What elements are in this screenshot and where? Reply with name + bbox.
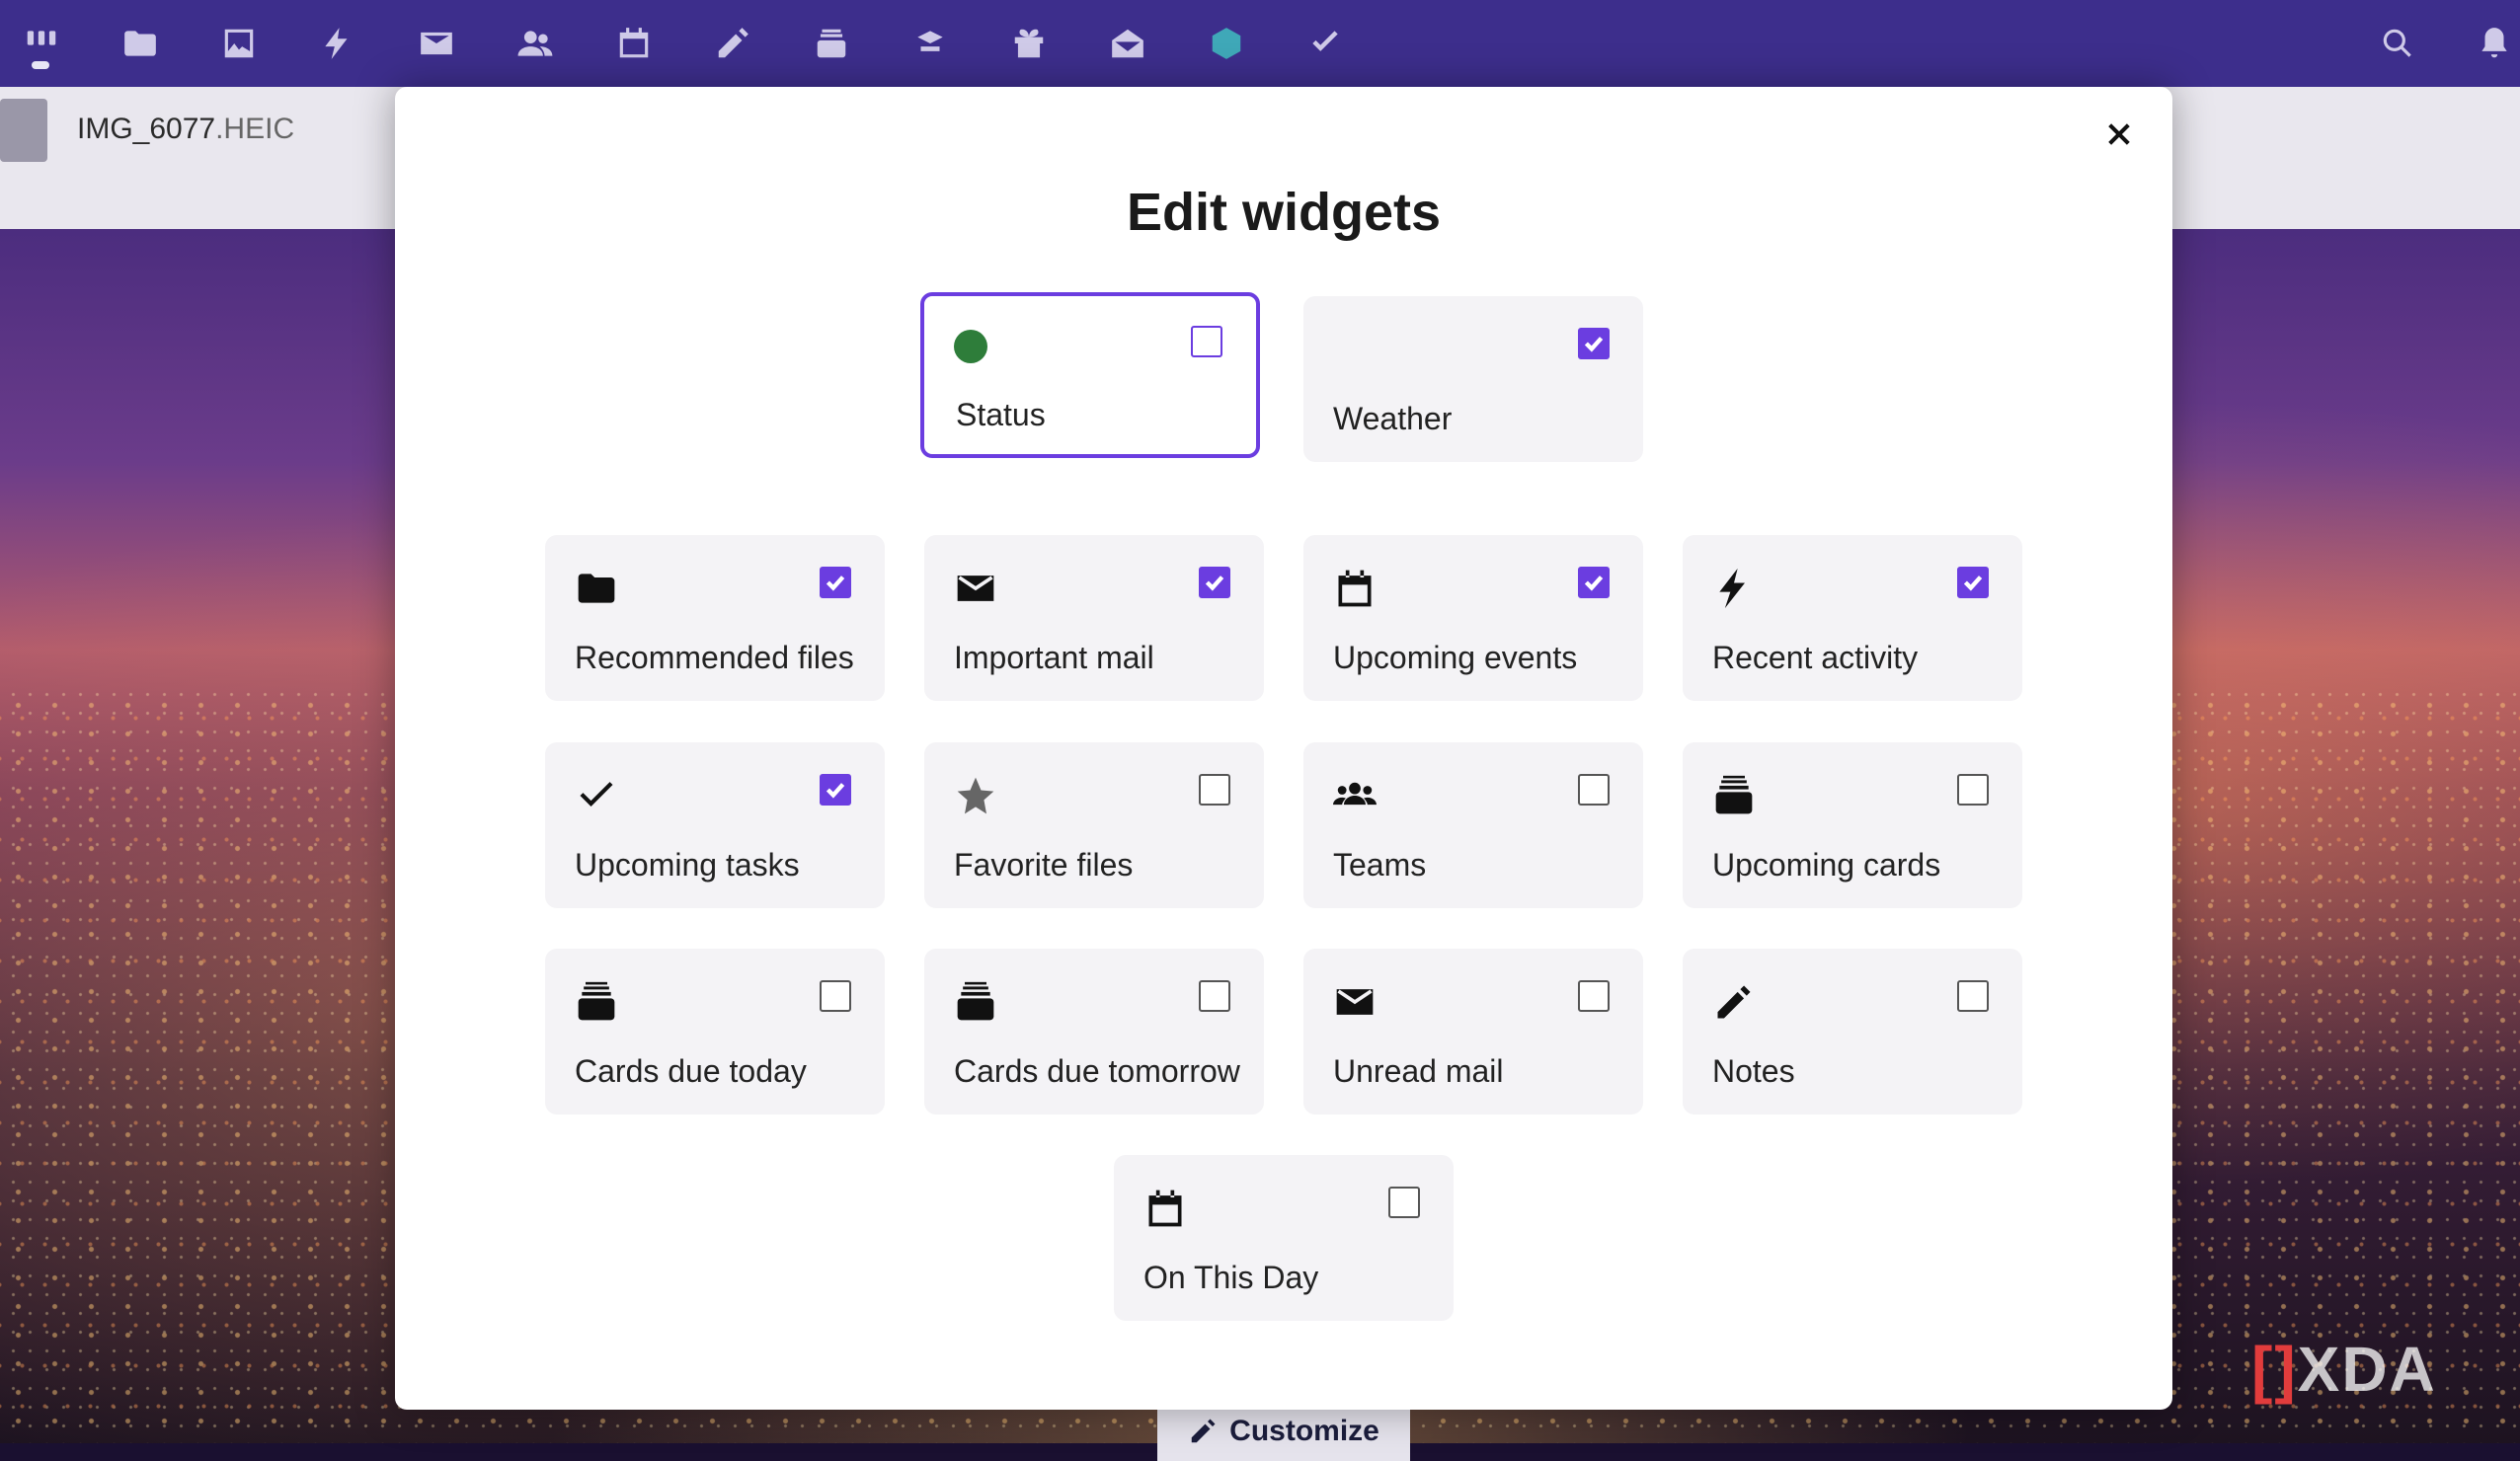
widget-card-recommended-files[interactable]: Recommended files	[545, 535, 885, 701]
widget-card-important-mail[interactable]: Important mail	[924, 535, 1264, 701]
widget-card-notes[interactable]: Notes	[1683, 949, 2022, 1115]
widget-checkbox[interactable]	[1578, 774, 1610, 806]
widget-checkbox[interactable]	[1957, 567, 1989, 598]
edit-widgets-dialog: Edit widgets Status Weather Recommended …	[395, 87, 2172, 1410]
notes-icon[interactable]	[707, 18, 758, 69]
widget-card-upcoming-tasks[interactable]: Upcoming tasks	[545, 742, 885, 908]
widget-label: Notes	[1712, 1053, 1795, 1089]
teams-icon	[1333, 774, 1377, 817]
widget-card-favorite-files[interactable]: Favorite files	[924, 742, 1264, 908]
deck-cards-icon	[1712, 774, 1756, 817]
customize-button[interactable]: Customize	[1157, 1402, 1410, 1461]
widget-checkbox[interactable]	[820, 567, 851, 598]
widget-label: Weather	[1333, 401, 1453, 436]
widget-checkbox[interactable]	[820, 980, 851, 1012]
widget-label: Status	[956, 397, 1046, 432]
widget-card-status[interactable]: Status	[920, 292, 1260, 458]
widget-checkbox[interactable]	[1957, 774, 1989, 806]
widget-label: Cards due tomorrow	[954, 1053, 1240, 1089]
search-icon[interactable]	[2372, 18, 2423, 69]
pencil-icon	[1712, 980, 1756, 1024]
close-button[interactable]	[2091, 107, 2147, 162]
mail-icon	[1333, 980, 1377, 1024]
cube-icon[interactable]	[1201, 18, 1252, 69]
widget-card-cards-due-today[interactable]: Cards due today	[545, 949, 885, 1115]
widget-checkbox[interactable]	[1199, 980, 1230, 1012]
lightning-icon	[1712, 567, 1756, 610]
widget-label: Upcoming cards	[1712, 847, 1941, 883]
files-icon[interactable]	[115, 18, 166, 69]
widget-label: Unread mail	[1333, 1053, 1504, 1089]
image-thumbnail[interactable]	[0, 99, 47, 162]
contacts-icon[interactable]	[510, 18, 561, 69]
widget-checkbox[interactable]	[1199, 774, 1230, 806]
pencil-icon	[1191, 1419, 1216, 1443]
widget-label: Upcoming tasks	[575, 847, 800, 883]
widget-label: Recommended files	[575, 640, 854, 675]
gift-icon[interactable]	[1003, 18, 1055, 69]
widget-label: Important mail	[954, 640, 1154, 675]
star-icon	[954, 774, 997, 817]
activity-icon[interactable]	[312, 18, 363, 69]
widget-checkbox[interactable]	[1191, 326, 1222, 357]
widget-checkbox[interactable]	[1578, 567, 1610, 598]
file-name[interactable]: IMG_6077.HEIC	[77, 113, 294, 146]
active-app-indicator	[32, 61, 49, 69]
widget-label: Teams	[1333, 847, 1427, 883]
widget-label: Cards due today	[575, 1053, 807, 1089]
deck-icon[interactable]	[806, 18, 857, 69]
widget-card-upcoming-cards[interactable]: Upcoming cards	[1683, 742, 2022, 908]
widget-label: Upcoming events	[1333, 640, 1578, 675]
photos-icon[interactable]	[213, 18, 265, 69]
widget-checkbox[interactable]	[1388, 1187, 1420, 1218]
notifications-icon[interactable]	[2469, 18, 2520, 69]
calendar-icon	[1333, 567, 1377, 610]
widget-card-cards-due-tomorrow[interactable]: Cards due tomorrow	[924, 949, 1264, 1115]
deck-cards-icon	[954, 980, 997, 1024]
widget-card-on-this-day[interactable]: On This Day	[1114, 1155, 1454, 1321]
calendar-icon[interactable]	[608, 18, 660, 69]
widget-checkbox[interactable]	[1578, 980, 1610, 1012]
status-dot-icon	[950, 324, 993, 367]
dialog-title: Edit widgets	[1126, 183, 1441, 242]
widget-card-unread-mail[interactable]: Unread mail	[1303, 949, 1643, 1115]
top-app-bar	[0, 0, 2520, 87]
widget-checkbox[interactable]	[820, 774, 851, 806]
tables-icon[interactable]	[905, 18, 956, 69]
mail-icon[interactable]	[411, 18, 462, 69]
widget-card-recent-activity[interactable]: Recent activity	[1683, 535, 2022, 701]
widget-label: Favorite files	[954, 847, 1134, 883]
deck-cards-icon	[575, 980, 618, 1024]
widget-card-upcoming-events[interactable]: Upcoming events	[1303, 535, 1643, 701]
widget-card-teams[interactable]: Teams	[1303, 742, 1643, 908]
folder-icon	[575, 567, 618, 610]
widget-label: Recent activity	[1712, 640, 1919, 675]
widget-checkbox[interactable]	[1957, 980, 1989, 1012]
widget-checkbox[interactable]	[1199, 567, 1230, 598]
mail-icon	[954, 567, 997, 610]
checkmark-icon	[575, 774, 618, 817]
widget-label: On This Day	[1143, 1260, 1319, 1295]
close-icon	[2108, 123, 2130, 145]
widget-checkbox[interactable]	[1578, 328, 1610, 359]
mail-open-icon[interactable]	[1102, 18, 1153, 69]
tasks-icon[interactable]	[1299, 18, 1351, 69]
calendar-icon	[1143, 1187, 1187, 1230]
widget-card-weather[interactable]: Weather	[1303, 296, 1643, 462]
watermark-logo: []XDA	[2251, 1334, 2437, 1405]
